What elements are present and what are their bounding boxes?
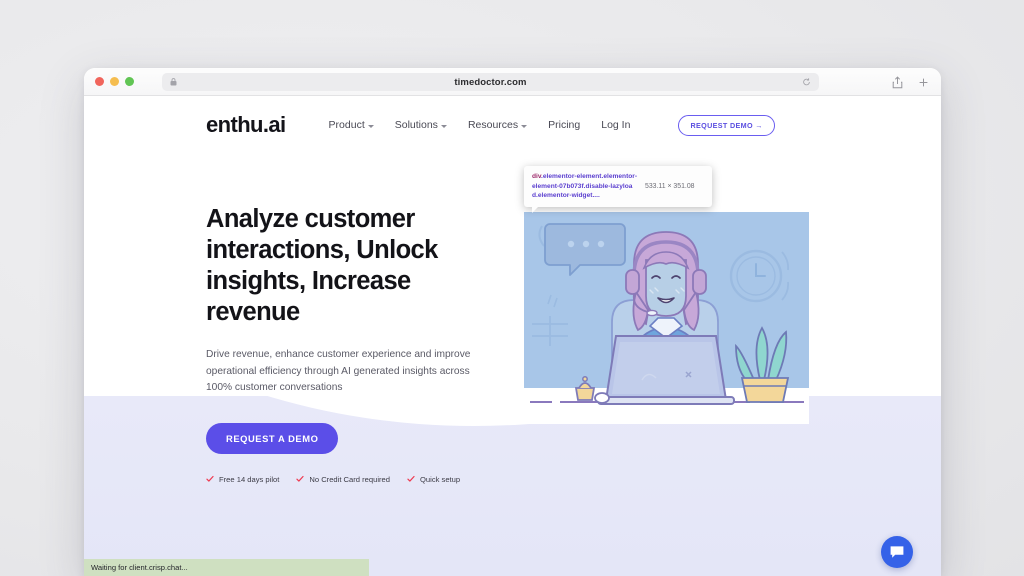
hero-feature-checklist: Free 14 days pilot No Credit Card requir… xyxy=(206,475,506,484)
chat-bubble-icon xyxy=(890,546,904,558)
nav-request-demo-button[interactable]: REQUEST DEMO → xyxy=(678,114,775,136)
checklist-label: Quick setup xyxy=(420,474,461,484)
nav-item-pricing[interactable]: Pricing xyxy=(548,119,580,131)
hero-subtitle: Drive revenue, enhance customer experien… xyxy=(206,349,471,394)
devtools-inspector-tooltip: div.elementor-element.elementor-element-… xyxy=(524,166,712,213)
hero-copy-block: Analyze customer interactions, Unlock in… xyxy=(206,204,506,484)
browser-status-bar: Waiting for client.crisp.chat... xyxy=(84,559,369,576)
browser-titlebar: timedoctor.com xyxy=(84,68,941,96)
share-icon[interactable] xyxy=(892,75,903,89)
reload-icon[interactable] xyxy=(802,78,811,87)
nav-item-label: Product xyxy=(328,119,365,131)
chevron-down-icon xyxy=(440,124,447,128)
close-window-button[interactable] xyxy=(95,77,104,86)
nav-item-label: Solutions xyxy=(394,119,438,131)
inspector-dimensions: 533.11 × 351.08 xyxy=(645,182,695,190)
nav-item-solutions[interactable]: Solutions xyxy=(395,119,447,131)
checklist-label: Free 14 days pilot xyxy=(219,474,280,484)
inspector-class-list: .elementor-element.elementor-element-07b… xyxy=(532,173,638,200)
address-bar[interactable]: timedoctor.com xyxy=(162,73,819,91)
inspector-selector-text: div.elementor-element.elementor-element-… xyxy=(532,172,638,201)
page-viewport: enthu.ai Product Solutions Resources Pri… xyxy=(84,96,941,576)
checklist-label: No Credit Card required xyxy=(309,474,390,484)
minimize-window-button[interactable] xyxy=(110,77,119,86)
nav-item-label: Log In xyxy=(601,119,631,131)
check-icon xyxy=(296,476,305,483)
checklist-item: No Credit Card required xyxy=(296,475,390,484)
nav-item-product[interactable]: Product xyxy=(329,119,374,131)
checklist-item: Free 14 days pilot xyxy=(206,475,279,484)
inspector-tag-name: div xyxy=(532,173,542,180)
browser-window: timedoctor.com enthu.ai Product Solution… xyxy=(84,68,941,576)
site-logo[interactable]: enthu.ai xyxy=(206,112,286,138)
nav-item-login[interactable]: Log In xyxy=(601,119,630,131)
hero-illustration xyxy=(524,212,809,424)
hero-title: Analyze customer interactions, Unlock in… xyxy=(206,205,438,327)
request-a-demo-button[interactable]: REQUEST A DEMO xyxy=(206,422,339,454)
main-navigation: Product Solutions Resources Pricing Log … xyxy=(329,114,775,136)
browser-toolbar-actions xyxy=(892,68,929,96)
nav-item-label: Pricing xyxy=(548,119,581,131)
zoom-window-button[interactable] xyxy=(125,77,134,86)
checklist-item: Quick setup xyxy=(407,475,460,484)
url-text: timedoctor.com xyxy=(454,76,527,88)
crisp-chat-widget-button[interactable] xyxy=(881,536,913,568)
chevron-down-icon xyxy=(521,124,528,128)
check-icon xyxy=(407,476,415,483)
chevron-down-icon xyxy=(367,124,374,128)
lock-icon xyxy=(170,78,177,86)
window-traffic-lights xyxy=(84,77,134,86)
status-bar-text: Waiting for client.crisp.chat... xyxy=(91,563,188,572)
check-icon xyxy=(206,476,214,483)
new-tab-plus-icon[interactable] xyxy=(918,76,929,89)
nav-item-resources[interactable]: Resources xyxy=(467,119,528,131)
site-header: enthu.ai Product Solutions Resources Pri… xyxy=(84,96,941,154)
nav-item-label: Resources xyxy=(467,119,519,131)
tooltip-arrow xyxy=(532,205,539,213)
